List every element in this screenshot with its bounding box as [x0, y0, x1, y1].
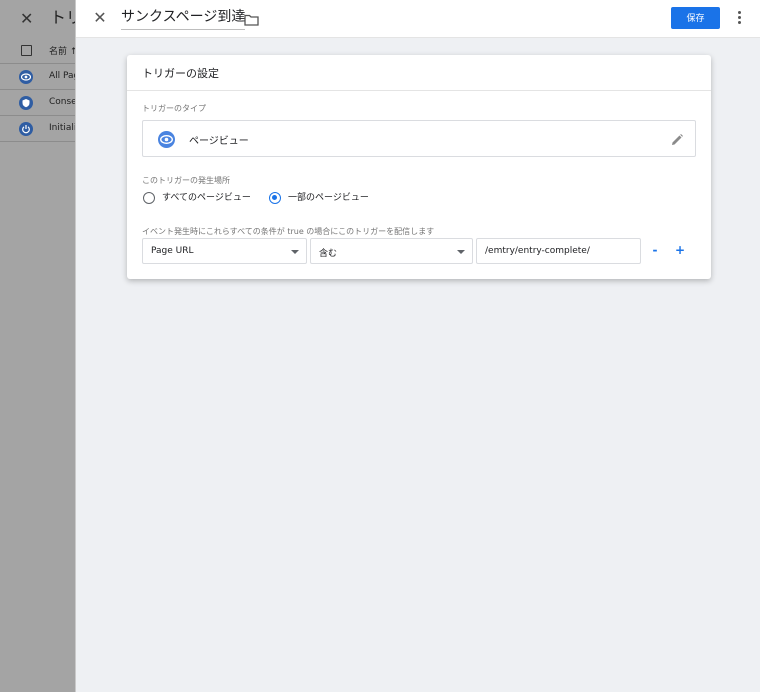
remove-condition-button[interactable]: - [648, 241, 662, 259]
close-icon[interactable]: ✕ [91, 9, 109, 27]
trigger-type-label: トリガーのタイプ [142, 104, 206, 113]
operator-select[interactable]: 含む [310, 238, 473, 264]
condition-value-input[interactable] [476, 238, 641, 264]
dropdown-arrow-icon [291, 250, 299, 254]
pencil-icon[interactable] [670, 132, 684, 146]
list-item: Conse [0, 90, 80, 116]
variable-select[interactable]: Page URL [142, 238, 307, 264]
eye-icon [158, 131, 175, 148]
panel-header: ✕ サンクスページ到達 保存 [76, 0, 760, 38]
card-title: トリガーの設定 [142, 67, 219, 80]
more-options-icon[interactable] [733, 8, 745, 28]
radio-all-page-views[interactable]: すべてのページビュー [143, 192, 263, 206]
list-item: Initiali [0, 116, 80, 142]
column-name-label: 名前 ↑ [49, 47, 78, 57]
folder-icon[interactable] [244, 11, 259, 26]
list-item-label: Initiali [49, 123, 77, 133]
trigger-type-value: ページビュー [189, 136, 249, 147]
background-close-icon: ✕ [20, 9, 34, 28]
radio-button-unselected[interactable] [143, 192, 155, 204]
trigger-type-selector[interactable]: ページビュー [142, 120, 696, 157]
shield-icon [19, 96, 33, 110]
trigger-name-field[interactable]: サンクスページ到達 [121, 8, 246, 30]
list-item-label: Conse [49, 97, 77, 107]
card-header: トリガーの設定 [127, 55, 711, 91]
trigger-editor-panel: ✕ サンクスページ到達 保存 トリガーの設定 トリガーのタイプ ページビュー こ… [75, 0, 760, 692]
save-button[interactable]: 保存 [671, 7, 720, 29]
select-all-checkbox [21, 45, 32, 56]
radio-all-label: すべてのページビュー [162, 193, 251, 203]
variable-value: Page URL [151, 246, 194, 256]
add-condition-button[interactable]: + [673, 241, 687, 259]
radio-some-label: 一部のページビュー [288, 193, 369, 203]
radio-button-selected[interactable] [269, 192, 281, 204]
trigger-config-card: トリガーの設定 トリガーのタイプ ページビュー このトリガーの発生場所 すべての… [127, 55, 711, 279]
radio-some-page-views[interactable]: 一部のページビュー [269, 192, 379, 206]
operator-value: 含む [319, 249, 338, 259]
condition-description: イベント発生時にこれらすべての条件が true の場合にこのトリガーを配信します [142, 227, 435, 236]
power-icon [19, 122, 33, 136]
list-item: All Pag [0, 64, 80, 90]
eye-icon [19, 70, 33, 84]
dropdown-arrow-icon [457, 250, 465, 254]
background-column-header: 名前 ↑ [0, 38, 80, 64]
fires-on-label: このトリガーの発生場所 [142, 176, 230, 185]
